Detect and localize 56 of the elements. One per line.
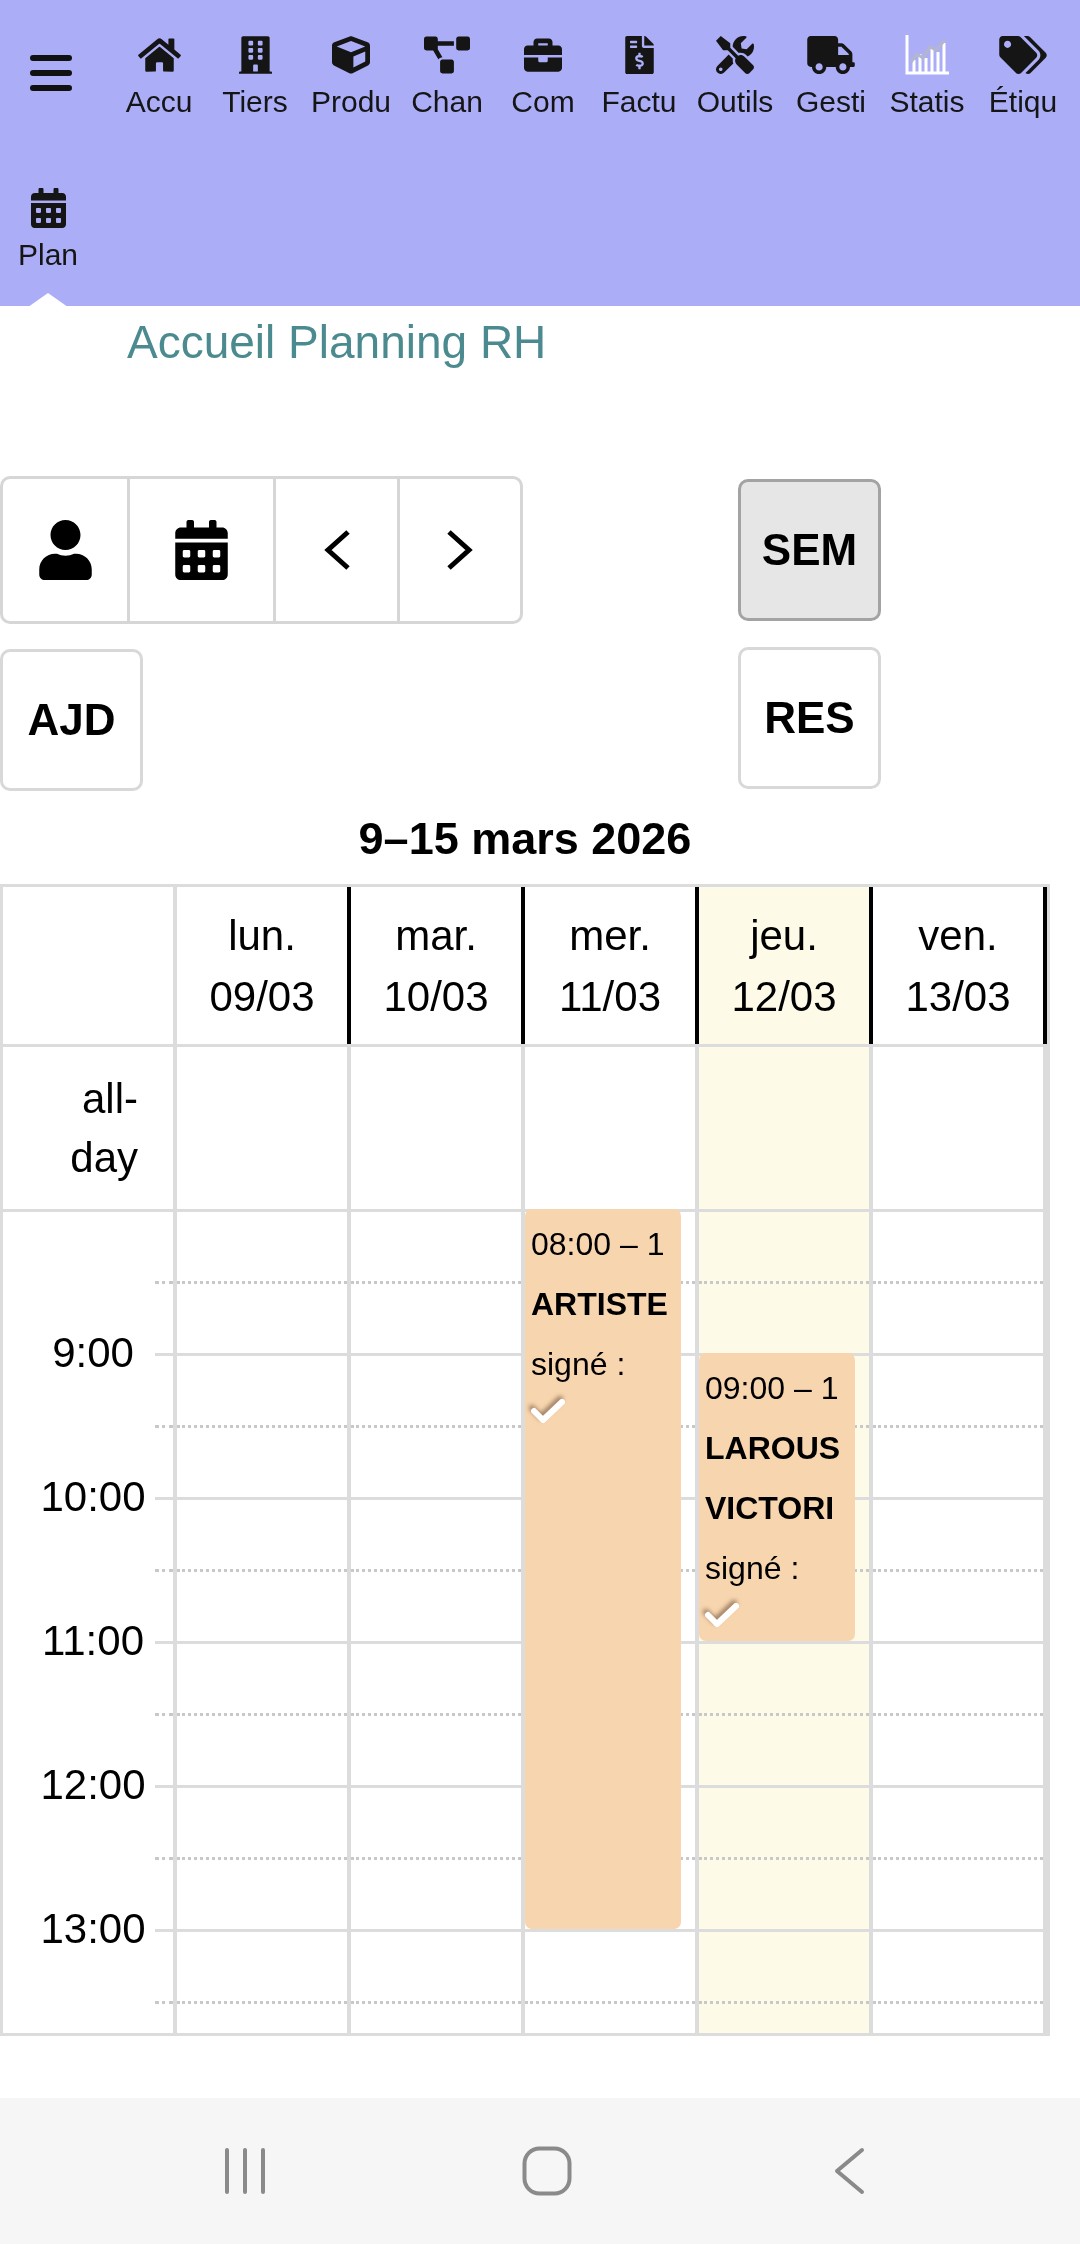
week-title: 9–15 mars 2026 [358, 812, 692, 866]
date-label: 10/03 [383, 971, 489, 1022]
truck-icon [807, 36, 855, 74]
nav-item[interactable]: Étiqu [975, 0, 1071, 153]
time-label: 9:00 [52, 1329, 134, 1377]
date-label: 12/03 [731, 971, 837, 1022]
nav-item[interactable]: Chan [399, 0, 495, 153]
event-title: ARTISTE [531, 1285, 668, 1324]
all-day-label: all-day [70, 1074, 138, 1183]
nav-item[interactable]: Tiers [207, 0, 303, 153]
time-label: 13:00 [40, 1905, 146, 1953]
invoice-icon [624, 36, 654, 74]
tools-icon [716, 36, 754, 74]
menu-icon[interactable] [30, 55, 72, 91]
time-label: 10:00 [40, 1473, 146, 1521]
tags-icon [999, 36, 1047, 74]
event-status: signé : [705, 1549, 800, 1588]
weekday-label: lun. [228, 910, 296, 961]
date-label: 11/03 [559, 971, 661, 1022]
nav-item[interactable]: Gesti [783, 0, 879, 153]
nav-item[interactable]: Produ [303, 0, 399, 153]
date-label: 13/03 [905, 971, 1011, 1022]
today-button[interactable]: AJD [0, 649, 143, 791]
nav-item[interactable]: Statis [879, 0, 975, 153]
recent-apps-icon[interactable] [223, 2148, 267, 2194]
time-label: 12:00 [40, 1761, 146, 1809]
event-time: 09:00 – 1 [705, 1369, 839, 1408]
briefcase-icon [524, 36, 562, 74]
weekday-label: ven. [918, 910, 998, 961]
view-button[interactable]: RES [738, 647, 881, 789]
calendar-icon [30, 188, 66, 228]
weekday-label: jeu. [750, 910, 818, 961]
page-title: Accueil Planning RH [127, 315, 547, 370]
home-icon [137, 36, 181, 74]
bar-chart-icon [905, 35, 949, 75]
nav-item[interactable]: Accu [111, 0, 207, 153]
view-button[interactable]: SEM [738, 479, 881, 621]
date-label: 09/03 [209, 971, 315, 1022]
event-time: 08:00 – 1 [531, 1225, 665, 1264]
person-icon [38, 520, 92, 580]
nav-item[interactable]: Com [495, 0, 591, 153]
nav-item[interactable]: Outils [687, 0, 783, 153]
weekday-label: mar. [395, 910, 477, 961]
calendar-icon [175, 520, 228, 580]
time-label: 11:00 [42, 1617, 144, 1665]
home-icon[interactable] [522, 2146, 572, 2196]
nav-item[interactable]: Factu [591, 0, 687, 153]
weekday-label: mer. [569, 910, 651, 961]
chevron-right-icon [446, 529, 474, 571]
cube-icon [332, 36, 370, 74]
chevron-left-icon [322, 529, 351, 571]
event-status: signé : [531, 1345, 626, 1384]
diagram-icon [424, 36, 470, 74]
back-icon[interactable] [833, 2147, 865, 2195]
nav-item[interactable]: Plan [0, 153, 96, 306]
building-icon [238, 36, 272, 74]
